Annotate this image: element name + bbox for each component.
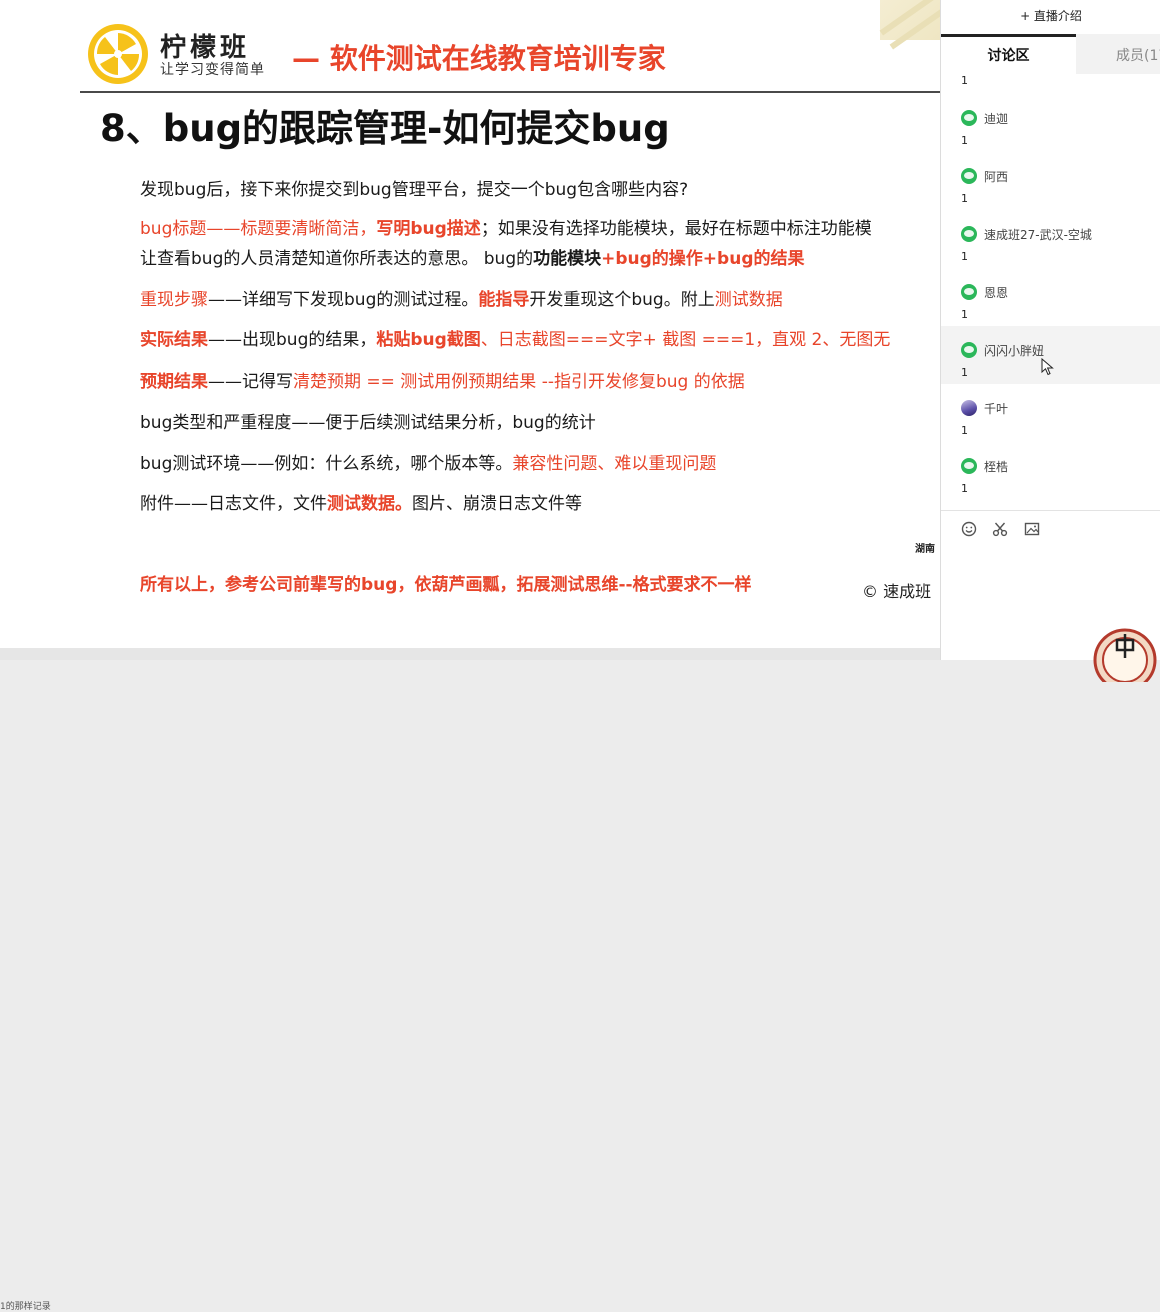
message-text: 1: [961, 424, 968, 437]
wechat-icon: [961, 342, 977, 358]
content-line-bug-title: bug标题——标题要清晰简洁，写明bug描述；如果没有选择功能模块，最好在标题中…: [140, 214, 872, 239]
slide-title: 8、bug的跟踪管理-如何提交bug: [100, 107, 670, 150]
message-username: 千叶: [984, 402, 1009, 416]
list-item: 千叶 1: [941, 384, 1160, 442]
copyright-text: © 速成班: [862, 582, 932, 601]
bottom-left-text: 1的那样记录: [0, 1302, 51, 1312]
repro-steps-text: ——详细写下发现bug的测试过程。: [208, 290, 479, 310]
wechat-icon: [961, 284, 977, 300]
intro-text: 发现bug后，接下来你提交到bug管理平台，提交一个bug包含哪些内容?: [140, 180, 689, 200]
message-text: 1: [961, 482, 968, 495]
badge-logo-icon: [1093, 628, 1157, 682]
image-icon[interactable]: [1023, 520, 1041, 538]
wechat-icon: [961, 226, 977, 242]
tab-discussion[interactable]: 讨论区: [941, 34, 1076, 74]
expected-result-label: 预期结果: [140, 372, 208, 392]
test-data-emphasis: 测试数据: [714, 290, 783, 310]
actual-result-text: ——出现bug的结果，: [208, 330, 377, 350]
wechat-icon: [961, 458, 977, 474]
message-username: 阿西: [984, 170, 1009, 184]
brand-tagline: — 软件测试在线教育培训专家: [292, 42, 666, 75]
content-line-bug-title-cont: 让查看bug的人员清楚知道你所表达的意思。 bug的功能模块+bug的操作+bu…: [140, 244, 805, 269]
message-username: 闪闪小胖妞: [984, 344, 1045, 358]
attachment-test-data-emphasis: 测试数据。: [327, 494, 412, 514]
photo-avatar: [961, 400, 977, 416]
environment-text: bug测试环境——例如：什么系统，哪个版本等。: [140, 454, 513, 474]
bug-title-text: ；如果没有选择功能模块，最好在标题中标注功能模: [480, 219, 872, 239]
message-username: 桎梏: [984, 460, 1009, 474]
repro-steps-label: 重现步骤: [140, 290, 208, 310]
wechat-icon: [961, 110, 977, 126]
list-item: 恩恩 1: [941, 268, 1160, 326]
message-text: 1: [961, 366, 968, 379]
bug-title-label: bug标题——标题要清晰简洁，: [140, 219, 377, 239]
school-label: 湖南: [915, 544, 935, 555]
screenshot-emphasis: 粘贴bug截图: [376, 330, 481, 350]
mouse-cursor-icon: [1041, 358, 1054, 376]
live-chat-panel: + 直播介绍 讨论区 成员(17 1 迪迦 1 阿西 1 速成班27-武汉-空城…: [940, 0, 1160, 660]
repro-steps-text-2: 开发重现这个bug。附上: [529, 290, 715, 310]
corner-decoration: [879, 0, 940, 50]
bug-type-text: bug类型和严重程度——便于后续测试结果分析，bug的统计: [140, 413, 596, 433]
message-text: 1: [961, 192, 968, 205]
repro-guide-emphasis: 能指导: [478, 290, 530, 310]
message-text: 1: [961, 250, 968, 263]
chat-toolbar: [941, 510, 1160, 547]
expected-result-text: ——记得写: [208, 372, 293, 392]
content-line-attachments: 附件——日志文件，文件测试数据。图片、崩溃日志文件等: [140, 489, 582, 514]
attachments-text-2: 图片、崩溃日志文件等: [412, 494, 582, 514]
emoji-icon[interactable]: [960, 520, 978, 538]
list-item: 速成班27-武汉-空城 1: [941, 210, 1160, 268]
content-line-actual-result: 实际结果——出现bug的结果，粘贴bug截图、日志截图===文字+ 截图 ===…: [140, 325, 890, 350]
footer-note: 所有以上，参考公司前辈写的bug，依葫芦画瓢，拓展测试思维--格式要求不一样: [140, 575, 752, 595]
compatibility-emphasis: 兼容性问题、难以重现问题: [512, 454, 717, 474]
content-line-repro-steps: 重现步骤——详细写下发现bug的测试过程。能指导开发重现这个bug。附上测试数据: [140, 285, 783, 310]
lemon-logo-icon: [88, 24, 148, 84]
slide-canvas: 柠檬班 让学习变得简单 — 软件测试在线教育培训专家 8、bug的跟踪管理-如何…: [0, 0, 940, 648]
bug-title-text-cont: 让查看bug的人员清楚知道你所表达的意思。 bug的: [140, 249, 534, 269]
content-line-bug-type: bug类型和严重程度——便于后续测试结果分析，bug的统计: [140, 408, 596, 433]
message-text: 1: [961, 134, 968, 147]
list-item: 桎梏 1: [941, 442, 1160, 500]
scissors-icon[interactable]: [991, 520, 1009, 538]
message-text: 1: [961, 74, 968, 87]
operation-result-emphasis: +bug的操作+bug的结果: [601, 249, 805, 269]
content-line-intro: 发现bug后，接下来你提交到bug管理平台，提交一个bug包含哪些内容?: [140, 175, 688, 200]
live-intro-button[interactable]: + 直播介绍: [941, 0, 1160, 32]
wechat-icon: [961, 168, 977, 184]
message-text: 1: [961, 308, 968, 321]
message-username: 恩恩: [984, 286, 1009, 300]
brand-slogan: 让学习变得简单: [160, 62, 265, 78]
slide-bottom-strip: 1的那样记录: [0, 648, 940, 1312]
actual-result-label: 实际结果: [140, 330, 208, 350]
panel-tabs: 讨论区 成员(17: [941, 34, 1160, 74]
module-emphasis: 功能模块: [533, 249, 602, 269]
list-item: 迪迦 1: [941, 94, 1160, 152]
content-line-environment: bug测试环境——例如：什么系统，哪个版本等。兼容性问题、难以重现问题: [140, 449, 716, 474]
attachments-text: 附件——日志文件，文件: [140, 494, 327, 514]
list-item: 阿西 1: [941, 152, 1160, 210]
actual-result-text-2: 、日志截图===文字+ 截图 ===1，直观 2、无图无: [480, 330, 891, 350]
bug-description-emphasis: 写明bug描述: [376, 219, 481, 239]
tab-members[interactable]: 成员(17: [1076, 34, 1160, 74]
content-line-expected-result: 预期结果——记得写清楚预期 == 测试用例预期结果 --指引开发修复bug 的依…: [140, 367, 745, 392]
message-username: 迪迦: [984, 112, 1009, 126]
message-list[interactable]: 1 迪迦 1 阿西 1 速成班27-武汉-空城 1 恩恩 1 闪闪小胖妞 1 千…: [941, 74, 1160, 510]
message-username: 速成班27-武汉-空城: [984, 228, 1092, 242]
header-divider: [80, 91, 940, 93]
expected-result-emphasis: 清楚预期 == 测试用例预期结果 --指引开发修复bug 的依据: [293, 372, 745, 392]
